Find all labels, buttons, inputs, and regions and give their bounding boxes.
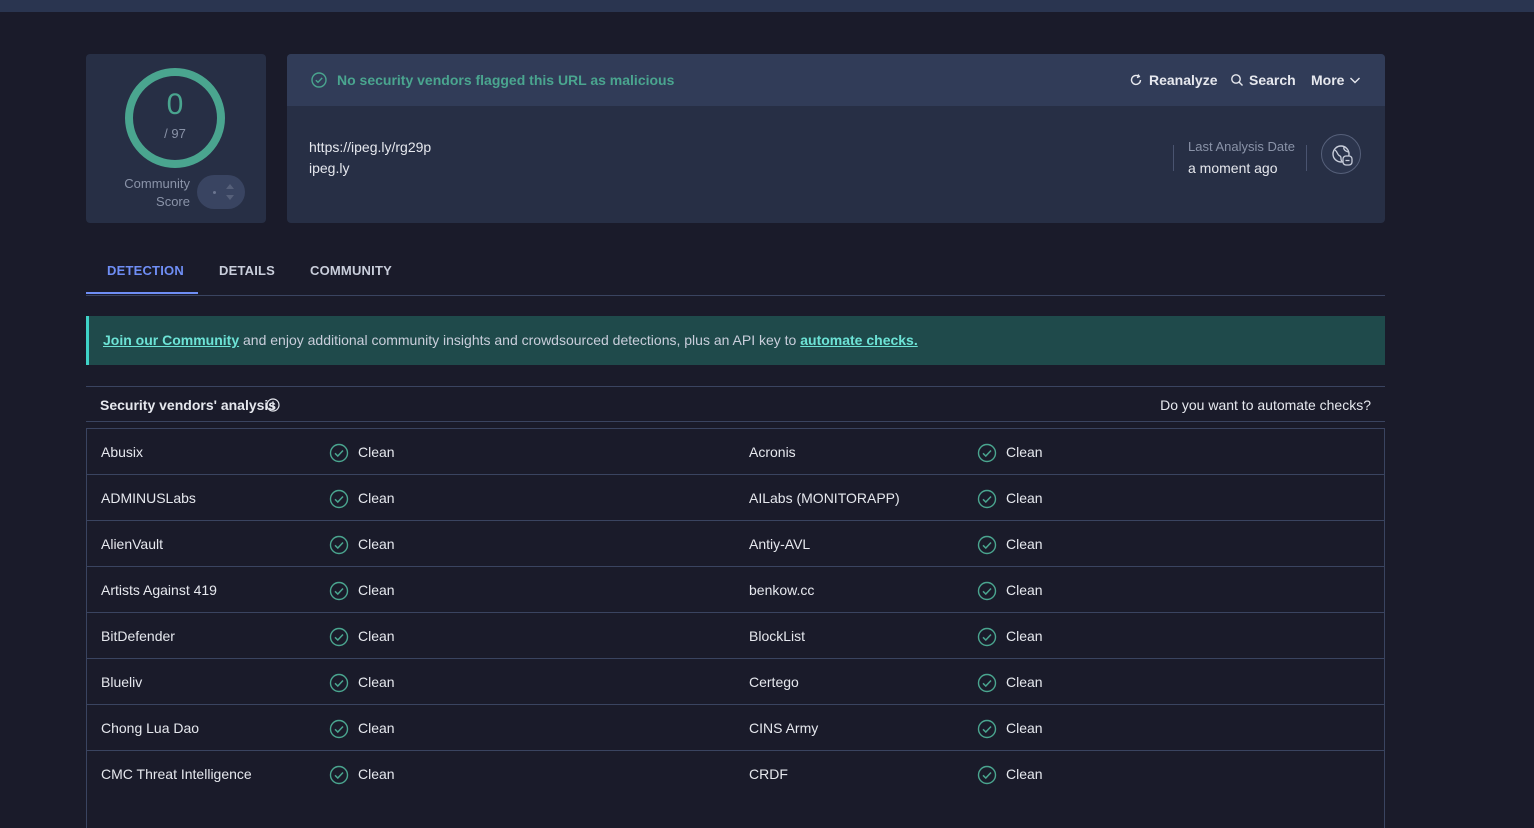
tab-bar: DETECTION DETAILS COMMUNITY: [86, 255, 1385, 296]
check-circle-icon: [977, 489, 997, 514]
join-community-link[interactable]: Join our Community: [103, 332, 239, 348]
vendor-result: Clean: [358, 490, 395, 506]
vendor-result: Clean: [358, 766, 395, 782]
check-circle-icon: [311, 72, 327, 88]
vendor-table: Abusix Clean Acronis Clean ADMINUSLabs Clean A…: [86, 428, 1385, 828]
automate-checks-question[interactable]: Do you want to automate checks?: [1160, 397, 1371, 413]
vendor-name: Certego: [749, 674, 799, 690]
active-tab-indicator: [86, 292, 198, 294]
scanned-url: https://ipeg.ly/rg29p: [309, 139, 432, 155]
check-circle-icon: [977, 581, 997, 606]
vote-up-icon[interactable]: [226, 184, 234, 189]
vendor-name: BitDefender: [101, 628, 175, 644]
last-analysis-label: Last Analysis Date: [1188, 139, 1295, 154]
vendor-result: Clean: [1006, 766, 1043, 782]
globe-link-icon: [1332, 145, 1353, 166]
check-circle-icon: [329, 627, 349, 652]
more-menu-button[interactable]: More: [1311, 72, 1360, 88]
table-row: Abusix Clean Acronis Clean: [87, 428, 1384, 474]
community-banner: Join our Community and enjoy additional …: [86, 316, 1385, 365]
table-row: ADMINUSLabs Clean AILabs (MONITORAPP) Clean: [87, 474, 1384, 520]
analysis-header: Security vendors' analysis Do you want t…: [86, 386, 1385, 422]
table-row: CMC Threat Intelligence Clean CRDF Clean: [87, 750, 1384, 796]
table-row: Artists Against 419 Clean benkow.cc Clean: [87, 566, 1384, 612]
banner-text: Join our Community and enjoy additional …: [103, 332, 918, 348]
score-card: 0 / 97 Community Score: [86, 54, 266, 223]
community-score-label: Community Score: [124, 176, 190, 209]
vendor-result: Clean: [358, 674, 395, 690]
vendor-name: AILabs (MONITORAPP): [749, 490, 900, 506]
vendor-name: CRDF: [749, 766, 788, 782]
vendor-name: ADMINUSLabs: [101, 490, 196, 506]
vendor-result: Clean: [1006, 536, 1043, 552]
check-circle-icon: [977, 535, 997, 560]
check-circle-icon: [329, 581, 349, 606]
vendor-name: benkow.cc: [749, 582, 815, 598]
vendor-name: AlienVault: [101, 536, 164, 552]
community-score-dot: [213, 191, 216, 194]
check-circle-icon: [977, 765, 997, 790]
check-circle-icon: [977, 673, 997, 698]
vendor-result: Clean: [358, 444, 395, 460]
search-button[interactable]: Search: [1230, 72, 1296, 88]
vendor-name: Artists Against 419: [101, 582, 217, 598]
check-circle-icon: [329, 489, 349, 514]
check-circle-icon: [977, 443, 997, 468]
vendor-result: Clean: [358, 628, 395, 644]
tab-detection[interactable]: DETECTION: [107, 263, 184, 278]
automate-checks-link[interactable]: automate checks.: [800, 332, 918, 348]
vendor-result: Clean: [1006, 720, 1043, 736]
search-icon: [1231, 74, 1243, 86]
table-row: Blueliv Clean Certego Clean: [87, 658, 1384, 704]
check-circle-icon: [329, 673, 349, 698]
vendor-result: Clean: [1006, 628, 1043, 644]
table-row: Chong Lua Dao Clean CINS Army Clean: [87, 704, 1384, 750]
status-bar: No security vendors flagged this URL as …: [287, 54, 1385, 106]
vendor-result: Clean: [1006, 582, 1043, 598]
info-icon[interactable]: [266, 398, 280, 412]
top-bar: [0, 0, 1534, 12]
top-strip: [0, 0, 1534, 12]
reanalyze-button[interactable]: Reanalyze: [1129, 72, 1217, 88]
refresh-icon: [1130, 74, 1142, 86]
vendor-name: Chong Lua Dao: [101, 720, 200, 736]
divider: [1306, 145, 1307, 171]
scanned-domain[interactable]: ipeg.ly: [309, 160, 349, 176]
check-circle-icon: [329, 719, 349, 744]
community-vote-control[interactable]: [197, 175, 245, 209]
detection-count: 0: [166, 88, 184, 121]
vendor-name: BlockList: [749, 628, 806, 644]
vendor-result: Clean: [1006, 674, 1043, 690]
vote-down-icon[interactable]: [226, 195, 234, 200]
divider: [1173, 145, 1174, 171]
check-circle-icon: [977, 627, 997, 652]
vendor-name: CINS Army: [749, 720, 819, 736]
url-type-button[interactable]: [1321, 134, 1361, 174]
last-analysis-value: a moment ago: [1188, 160, 1278, 176]
vendor-result: Clean: [1006, 490, 1043, 506]
vendor-result: Clean: [358, 582, 395, 598]
vendor-name: CMC Threat Intelligence: [101, 766, 252, 782]
table-row: BitDefender Clean BlockList Clean: [87, 612, 1384, 658]
vendor-name: Blueliv: [101, 674, 143, 690]
status-message: No security vendors flagged this URL as …: [337, 72, 675, 88]
tab-details[interactable]: DETAILS: [219, 263, 275, 278]
url-summary-card: No security vendors flagged this URL as …: [287, 54, 1385, 223]
check-circle-icon: [977, 719, 997, 744]
detection-total: / 97: [164, 126, 186, 141]
vendor-result: Clean: [358, 536, 395, 552]
analysis-title: Security vendors' analysis: [100, 397, 277, 413]
vendor-name: Antiy-AVL: [749, 536, 811, 552]
check-circle-icon: [329, 535, 349, 560]
vendor-result: Clean: [1006, 444, 1043, 460]
check-circle-icon: [329, 443, 349, 468]
vendor-name: Acronis: [749, 444, 796, 460]
table-row: AlienVault Clean Antiy-AVL Clean: [87, 520, 1384, 566]
detection-score-ring: 0 / 97: [125, 68, 225, 168]
check-circle-icon: [329, 765, 349, 790]
vendor-name: Abusix: [101, 444, 144, 460]
tab-community[interactable]: COMMUNITY: [310, 263, 392, 278]
chevron-down-icon: [1350, 77, 1360, 84]
vendor-result: Clean: [358, 720, 395, 736]
